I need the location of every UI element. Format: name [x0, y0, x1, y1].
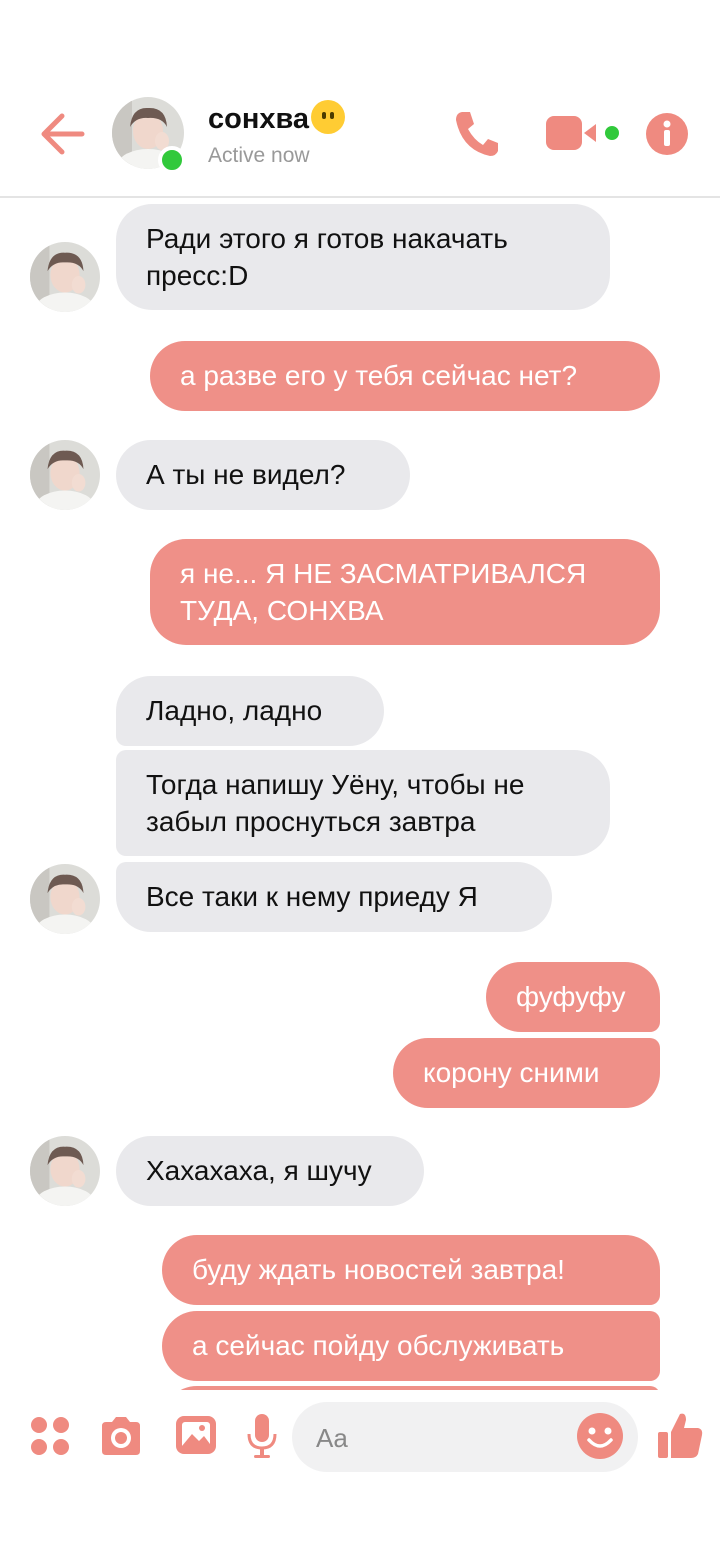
- sender-avatar[interactable]: [30, 1136, 100, 1206]
- message-outgoing[interactable]: корону сними: [393, 1038, 660, 1108]
- back-arrow-icon[interactable]: [36, 110, 88, 158]
- message-incoming[interactable]: Тогда напишу Уёну, чтобы не забыл просну…: [116, 750, 610, 856]
- message-list[interactable]: Ради этого я готов накачать пресс:D а ра…: [0, 198, 720, 1390]
- message-incoming[interactable]: Ладно, ладно: [116, 676, 384, 746]
- active-status: Active now: [208, 144, 310, 167]
- message-input[interactable]: Aa: [292, 1402, 638, 1472]
- camera-icon[interactable]: [98, 1416, 144, 1456]
- info-icon[interactable]: [645, 112, 689, 156]
- emoji-icon[interactable]: [576, 1412, 624, 1460]
- sender-avatar[interactable]: [30, 242, 100, 312]
- contact-name[interactable]: сонхва: [208, 100, 346, 136]
- message-composer: Aa: [0, 1390, 720, 1560]
- phone-icon[interactable]: [452, 108, 500, 158]
- image-icon[interactable]: [174, 1414, 218, 1456]
- neutral-face-emoji: [311, 100, 346, 134]
- video-camera-icon[interactable]: [544, 114, 624, 154]
- apps-icon[interactable]: [30, 1416, 70, 1456]
- online-indicator: [158, 146, 186, 174]
- sender-avatar[interactable]: [30, 440, 100, 510]
- message-incoming[interactable]: Все таки к нему приеду Я: [116, 862, 552, 932]
- message-incoming[interactable]: А ты не видел?: [116, 440, 410, 510]
- message-outgoing[interactable]: буду ждать новостей завтра!: [162, 1235, 660, 1305]
- message-outgoing[interactable]: я не... Я НЕ ЗАСМАТРИВАЛСЯ ТУДА, СОНХВА: [150, 539, 660, 645]
- message-outgoing[interactable]: а сейчас пойду обслуживать: [162, 1311, 660, 1381]
- thumbs-up-icon[interactable]: [656, 1410, 704, 1460]
- chat-header: сонхва Active now: [0, 0, 720, 198]
- microphone-icon[interactable]: [246, 1412, 278, 1460]
- input-placeholder: Aa: [316, 1423, 348, 1453]
- message-incoming[interactable]: Ради этого я готов накачать пресс:D: [116, 204, 610, 310]
- message-outgoing[interactable]: а разве его у тебя сейчас нет?: [150, 341, 660, 411]
- message-outgoing[interactable]: фуфуфу: [486, 962, 660, 1032]
- sender-avatar[interactable]: [30, 864, 100, 934]
- message-incoming[interactable]: Хахахаха, я шучу: [116, 1136, 424, 1206]
